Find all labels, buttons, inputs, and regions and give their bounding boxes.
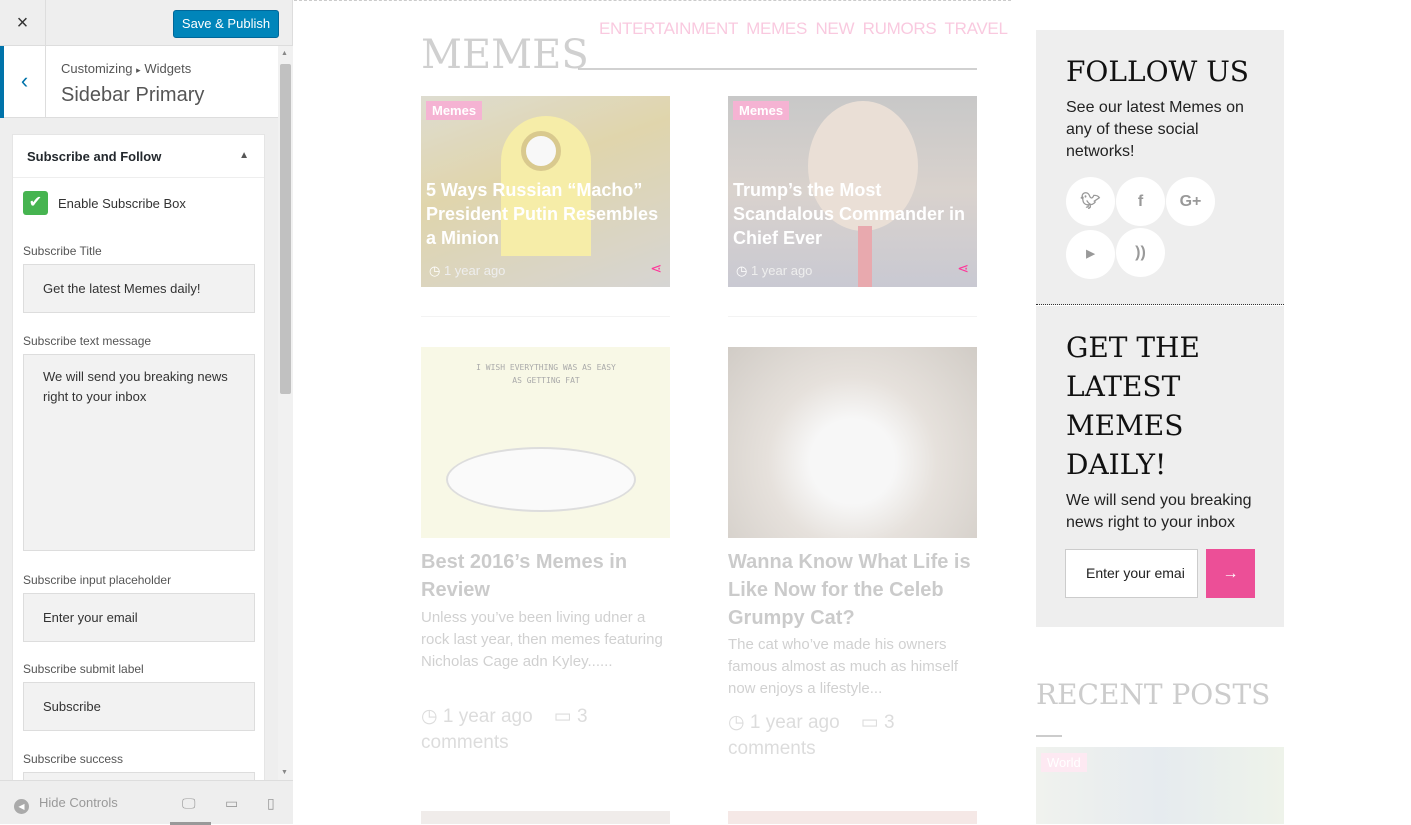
scroll-up-icon[interactable]: ▲	[281, 50, 288, 57]
subscribe-title-input[interactable]: Get the latest Memes daily!	[23, 264, 255, 313]
post-title[interactable]: Best 2016’s Memes in Review	[421, 548, 671, 604]
featured-card[interactable]: Memes Trump’s the Most Scandalous Comman…	[728, 96, 977, 287]
clock-icon: ◷	[429, 263, 441, 278]
subscribe-submit-input[interactable]: Subscribe	[23, 682, 255, 731]
desktop-preview-icon[interactable]: 🖵	[182, 795, 196, 812]
customizer-footer: ◀ Hide Controls 🖵 ▭ ▯	[0, 780, 293, 825]
divider	[421, 316, 670, 317]
recent-posts-title: RECENT POSTS	[1036, 678, 1284, 744]
card-title[interactable]: 5 Ways Russian “Macho” President Putin R…	[426, 178, 666, 250]
post-meta: ◷ 1 year ago ▭ 3 comments	[728, 710, 978, 762]
title-rule	[578, 68, 977, 70]
customizer-topbar: × Save & Publish	[0, 0, 292, 46]
comment-icon: ▭	[553, 706, 572, 727]
enable-subscribe-checkbox[interactable]: ✔	[23, 191, 48, 215]
field-label: Subscribe input placeholder	[23, 573, 172, 587]
post-excerpt: The cat who’ve made his owners famous al…	[728, 636, 959, 697]
tablet-preview-icon[interactable]: ▭	[225, 795, 238, 812]
post-image-panda[interactable]: I WISH EVERYTHING WAS AS EASY AS GETTING…	[421, 347, 670, 538]
breadcrumb-sep: ▸	[136, 65, 141, 75]
card-time: ◷ 1 year ago	[736, 263, 812, 279]
follow-title: FOLLOW US	[1066, 55, 1249, 88]
breadcrumb-current: Widgets	[144, 61, 192, 76]
subscribe-message-textarea[interactable]: We will send you breaking news right to …	[23, 354, 255, 551]
featured-card[interactable]: Memes 5 Ways Russian “Macho” President P…	[421, 96, 670, 287]
follow-text: See our latest Memes on any of these soc…	[1066, 99, 1244, 160]
field-label: Subscribe text message	[23, 334, 152, 348]
clock-icon: ◷	[728, 712, 745, 733]
collapse-icon: ◀	[14, 799, 29, 814]
subscribe-arrow-button[interactable]: →	[1206, 549, 1255, 598]
time-label: 1 year ago	[442, 706, 533, 727]
nav-link[interactable]: ENTERTAINMENT	[599, 19, 738, 38]
panel-scrollbar[interactable]: ▲ ▼	[278, 46, 293, 780]
share-icon[interactable]: ⋖	[650, 260, 662, 277]
follow-widget: FOLLOW US See our latest Memes on any of…	[1036, 30, 1284, 305]
time-label: 1 year ago	[749, 712, 840, 733]
subscribe-placeholder-input[interactable]: Enter your email	[23, 593, 255, 642]
save-publish-button[interactable]: Save & Publish	[173, 10, 279, 38]
scrollbar-thumb[interactable]	[280, 64, 291, 394]
close-icon[interactable]: ×	[0, 0, 46, 46]
nav-link[interactable]: NEW	[815, 19, 854, 38]
section-header: ‹ Customizing ▸ Widgets Sidebar Primary	[0, 46, 278, 118]
widget-title: Subscribe and Follow	[27, 149, 162, 164]
subscribe-widget-preview: GET THE LATEST MEMES DAILY! We will send…	[1036, 306, 1284, 627]
clock-icon: ◷	[736, 263, 748, 278]
post-image[interactable]	[728, 811, 977, 824]
section-title: MEMES	[421, 32, 589, 78]
nav-link[interactable]: RUMORS	[863, 19, 937, 38]
share-icon[interactable]: ⋖	[957, 260, 969, 277]
breadcrumb: Customizing ▸ Widgets	[61, 61, 191, 76]
nav-link[interactable]: TRAVEL	[945, 19, 1008, 38]
recent-post-image[interactable]: World	[1036, 747, 1284, 824]
card-title[interactable]: Trump’s the Most Scandalous Commander in…	[733, 178, 973, 250]
youtube-icon[interactable]: ▶	[1066, 230, 1115, 279]
post-meta: ◷ 1 year ago ▭ 3 comments	[421, 704, 671, 756]
subscribe-text: We will send you breaking news right to …	[1066, 492, 1252, 531]
widget-header[interactable]: Subscribe and Follow ▲	[13, 135, 264, 178]
customizer-panel: × Save & Publish ‹ Customizing ▸ Widgets…	[0, 0, 293, 825]
category-nav: ENTERTAINMENT MEMES NEW RUMORS TRAVEL	[599, 19, 1008, 39]
field-label: Subscribe submit label	[23, 662, 144, 676]
divider	[728, 316, 977, 317]
category-badge[interactable]: Memes	[426, 101, 483, 120]
subscribe-title: GET THE LATEST MEMES DAILY!	[1066, 331, 1200, 481]
category-badge[interactable]: World	[1041, 753, 1087, 772]
field-label: Subscribe success	[23, 752, 124, 766]
post-title[interactable]: Wanna Know What Life is Like Now for the…	[728, 548, 978, 632]
post-image[interactable]	[421, 811, 670, 824]
post-excerpt: Unless you’ve been living udner a rock l…	[421, 609, 663, 670]
card-time: ◷ 1 year ago	[429, 263, 505, 279]
nav-link[interactable]: MEMES	[746, 19, 807, 38]
google-plus-icon[interactable]: G+	[1166, 177, 1215, 226]
comment-icon: ▭	[860, 712, 879, 733]
site-preview: ENTERTAINMENT MEMES NEW RUMORS TRAVEL ME…	[294, 0, 1411, 824]
twitter-icon[interactable]: 🐦︎	[1066, 177, 1115, 226]
enable-subscribe-label: Enable Subscribe Box	[58, 196, 186, 211]
hide-controls-label: Hide Controls	[39, 795, 118, 810]
category-badge[interactable]: Memes	[733, 101, 790, 120]
clock-icon: ◷	[421, 706, 438, 727]
mobile-preview-icon[interactable]: ▯	[267, 795, 275, 812]
image-caption: I WISH EVERYTHING WAS AS EASY AS GETTING…	[476, 363, 616, 385]
email-input[interactable]: Enter your emai	[1065, 549, 1198, 598]
time-label: 1 year ago	[750, 263, 813, 278]
scroll-down-icon[interactable]: ▼	[281, 769, 288, 776]
back-chevron-icon[interactable]: ‹	[0, 46, 46, 118]
time-label: 1 year ago	[443, 263, 506, 278]
rss-icon[interactable]: ))	[1116, 228, 1165, 277]
facebook-icon[interactable]: f	[1116, 177, 1165, 226]
breadcrumb-root: Customizing	[61, 61, 133, 76]
post-image-cat[interactable]	[728, 347, 977, 538]
subscribe-widget: Subscribe and Follow ▲ ✔ Enable Subscribe…	[12, 134, 265, 812]
hide-controls-button[interactable]: ◀ Hide Controls	[14, 795, 118, 814]
collapse-arrow-icon[interactable]: ▲	[239, 150, 249, 161]
page-title: Sidebar Primary	[61, 84, 205, 106]
field-label: Subscribe Title	[23, 244, 102, 258]
